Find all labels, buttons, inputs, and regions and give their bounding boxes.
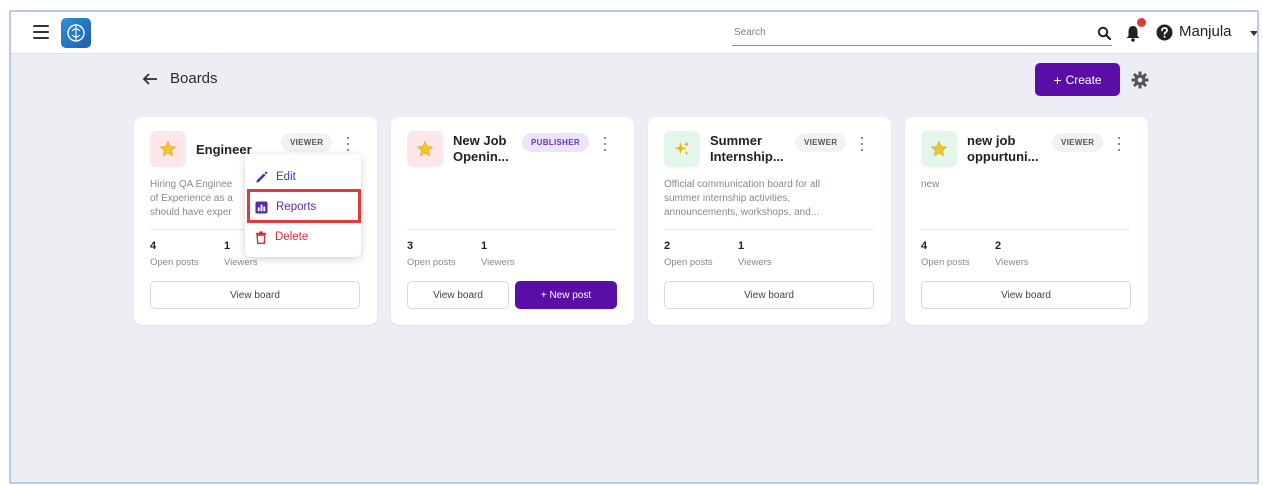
viewers-label: Viewers [995,257,1029,268]
star-icon [416,140,434,157]
trash-icon [255,230,267,244]
open-posts-label: Open posts [407,257,456,268]
open-posts-label: Open posts [921,257,970,268]
top-bar: Manjula [11,12,1257,54]
description-line: summer internship activities, [664,193,791,204]
create-button-label: Create [1065,72,1102,87]
page-title: Boards [170,70,218,87]
viewers-count: 1 [481,240,488,252]
viewers-label: Viewers [481,257,515,268]
title-line: Internship... [710,149,784,164]
board-icon [150,131,186,167]
open-posts-count: 4 [150,240,157,252]
more-options-icon[interactable] [601,137,609,151]
description-line: new [921,179,940,190]
search-field[interactable] [732,20,1112,46]
board-card-new-job-opening[interactable]: New Job Openin... PUBLISHER 3 1 Open pos… [391,117,634,325]
viewers-count: 1 [224,240,231,252]
open-posts-label: Open posts [150,257,199,268]
menu-item-label: Reports [276,201,317,213]
board-description: Official communication board for all sum… [664,178,874,220]
board-description: new [921,178,1131,192]
gear-icon[interactable] [1130,70,1150,90]
viewers-label: Viewers [738,257,772,268]
description-line: announcements, workshops, and... [664,207,820,218]
viewers-count: 2 [995,240,1002,252]
more-options-icon[interactable] [344,137,352,151]
board-card-summer-internship[interactable]: Summer Internship... VIEWER Official com… [648,117,891,325]
board-title[interactable]: new job oppurtuni... [967,133,1039,165]
view-board-button[interactable]: View board [150,281,360,309]
open-posts-label: Open posts [664,257,713,268]
sparkle-icon [674,141,690,155]
create-button[interactable]: + Create [1035,63,1120,96]
menu-item-label: Delete [275,231,309,243]
more-options-icon[interactable] [858,137,866,151]
role-badge: VIEWER [281,133,333,152]
board-title[interactable]: New Job Openin... [453,133,523,165]
menu-item-delete[interactable]: Delete [255,224,355,250]
board-title[interactable]: Summer Internship... [710,133,784,165]
view-board-button[interactable]: View board [664,281,874,309]
title-line: new job [967,133,1016,148]
app-logo[interactable] [61,18,91,48]
brain-logo-icon [67,24,85,42]
board-icon [921,131,957,167]
help-icon[interactable] [1156,24,1173,41]
divider [664,229,874,230]
title-line: Openin... [453,149,509,164]
description-line: Official communication board for all [664,179,820,190]
title-line: New Job [453,133,507,148]
open-posts-count: 2 [664,240,671,252]
divider [407,229,617,230]
star-icon [159,140,177,157]
viewers-label: Viewers [224,257,258,268]
star-icon [930,140,948,157]
plus-icon: + [1053,71,1062,88]
board-card-new-job-opportunity[interactable]: new job oppurtuni... VIEWER new 4 2 Open… [905,117,1148,325]
card-context-menu: Edit Reports Delete [245,154,361,257]
board-icon [664,131,700,167]
new-post-button[interactable]: + New post [515,281,617,309]
user-menu[interactable]: Manjula [1179,23,1232,40]
view-board-button[interactable]: View board [407,281,509,309]
bar-chart-icon [255,200,268,214]
menu-icon[interactable] [33,25,49,39]
role-badge: VIEWER [1052,133,1104,152]
menu-item-edit[interactable]: Edit [255,164,355,190]
search-input[interactable] [732,20,1112,45]
back-arrow-icon[interactable] [141,70,159,88]
board-icon [407,131,443,167]
menu-item-label: Edit [276,171,296,183]
title-line: Summer [710,133,763,148]
divider [921,229,1131,230]
title-line: oppurtuni... [967,149,1039,164]
menu-item-reports[interactable]: Reports [255,194,355,220]
search-icon[interactable] [1097,26,1111,40]
open-posts-count: 4 [921,240,928,252]
app-window: Manjula Boards + Create Engineer VIEWER [9,10,1259,484]
viewers-count: 1 [738,240,745,252]
role-badge: PUBLISHER [522,133,589,152]
pencil-icon [256,171,268,183]
chevron-down-icon[interactable] [1250,31,1257,36]
view-board-button[interactable]: View board [921,281,1131,309]
role-badge: VIEWER [795,133,847,152]
open-posts-count: 3 [407,240,414,252]
more-options-icon[interactable] [1115,137,1123,151]
notification-dot [1137,18,1146,27]
